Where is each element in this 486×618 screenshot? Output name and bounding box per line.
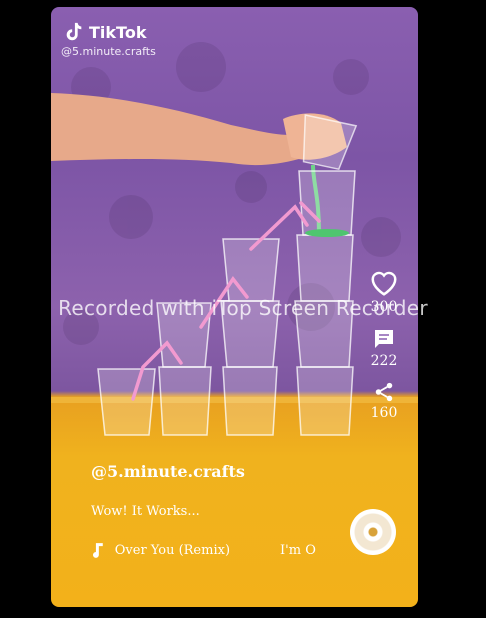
app-name: TikTok	[89, 22, 147, 42]
comment-count: 222	[370, 353, 398, 369]
music-track: Over You (Remix) I'm O	[115, 543, 321, 558]
music-disc-icon[interactable]	[350, 509, 396, 555]
watermark-handle: @5.minute.crafts	[61, 45, 156, 58]
share-button[interactable]: 160	[362, 381, 406, 421]
comment-button[interactable]: 222	[362, 327, 406, 369]
comment-icon	[375, 330, 393, 348]
music-ticker[interactable]: Over You (Remix) I'm O	[91, 541, 321, 559]
music-title: Over You (Remix)	[114, 542, 231, 558]
heart-icon	[371, 271, 397, 296]
music-title-repeat: I'm O	[280, 542, 316, 558]
music-note-icon	[92, 543, 103, 558]
caption-description: Wow! It Works...	[91, 504, 200, 519]
share-count: 160	[370, 405, 398, 421]
share-icon	[375, 382, 393, 402]
tiktok-note-icon	[66, 22, 82, 41]
action-rail: 300 222 160	[362, 269, 406, 433]
tiktok-logo: TikTok	[63, 21, 146, 43]
caption-username[interactable]: @5.minute.crafts	[91, 462, 245, 481]
recorder-watermark: Recorded with iTop Screen Recorder	[58, 296, 428, 320]
